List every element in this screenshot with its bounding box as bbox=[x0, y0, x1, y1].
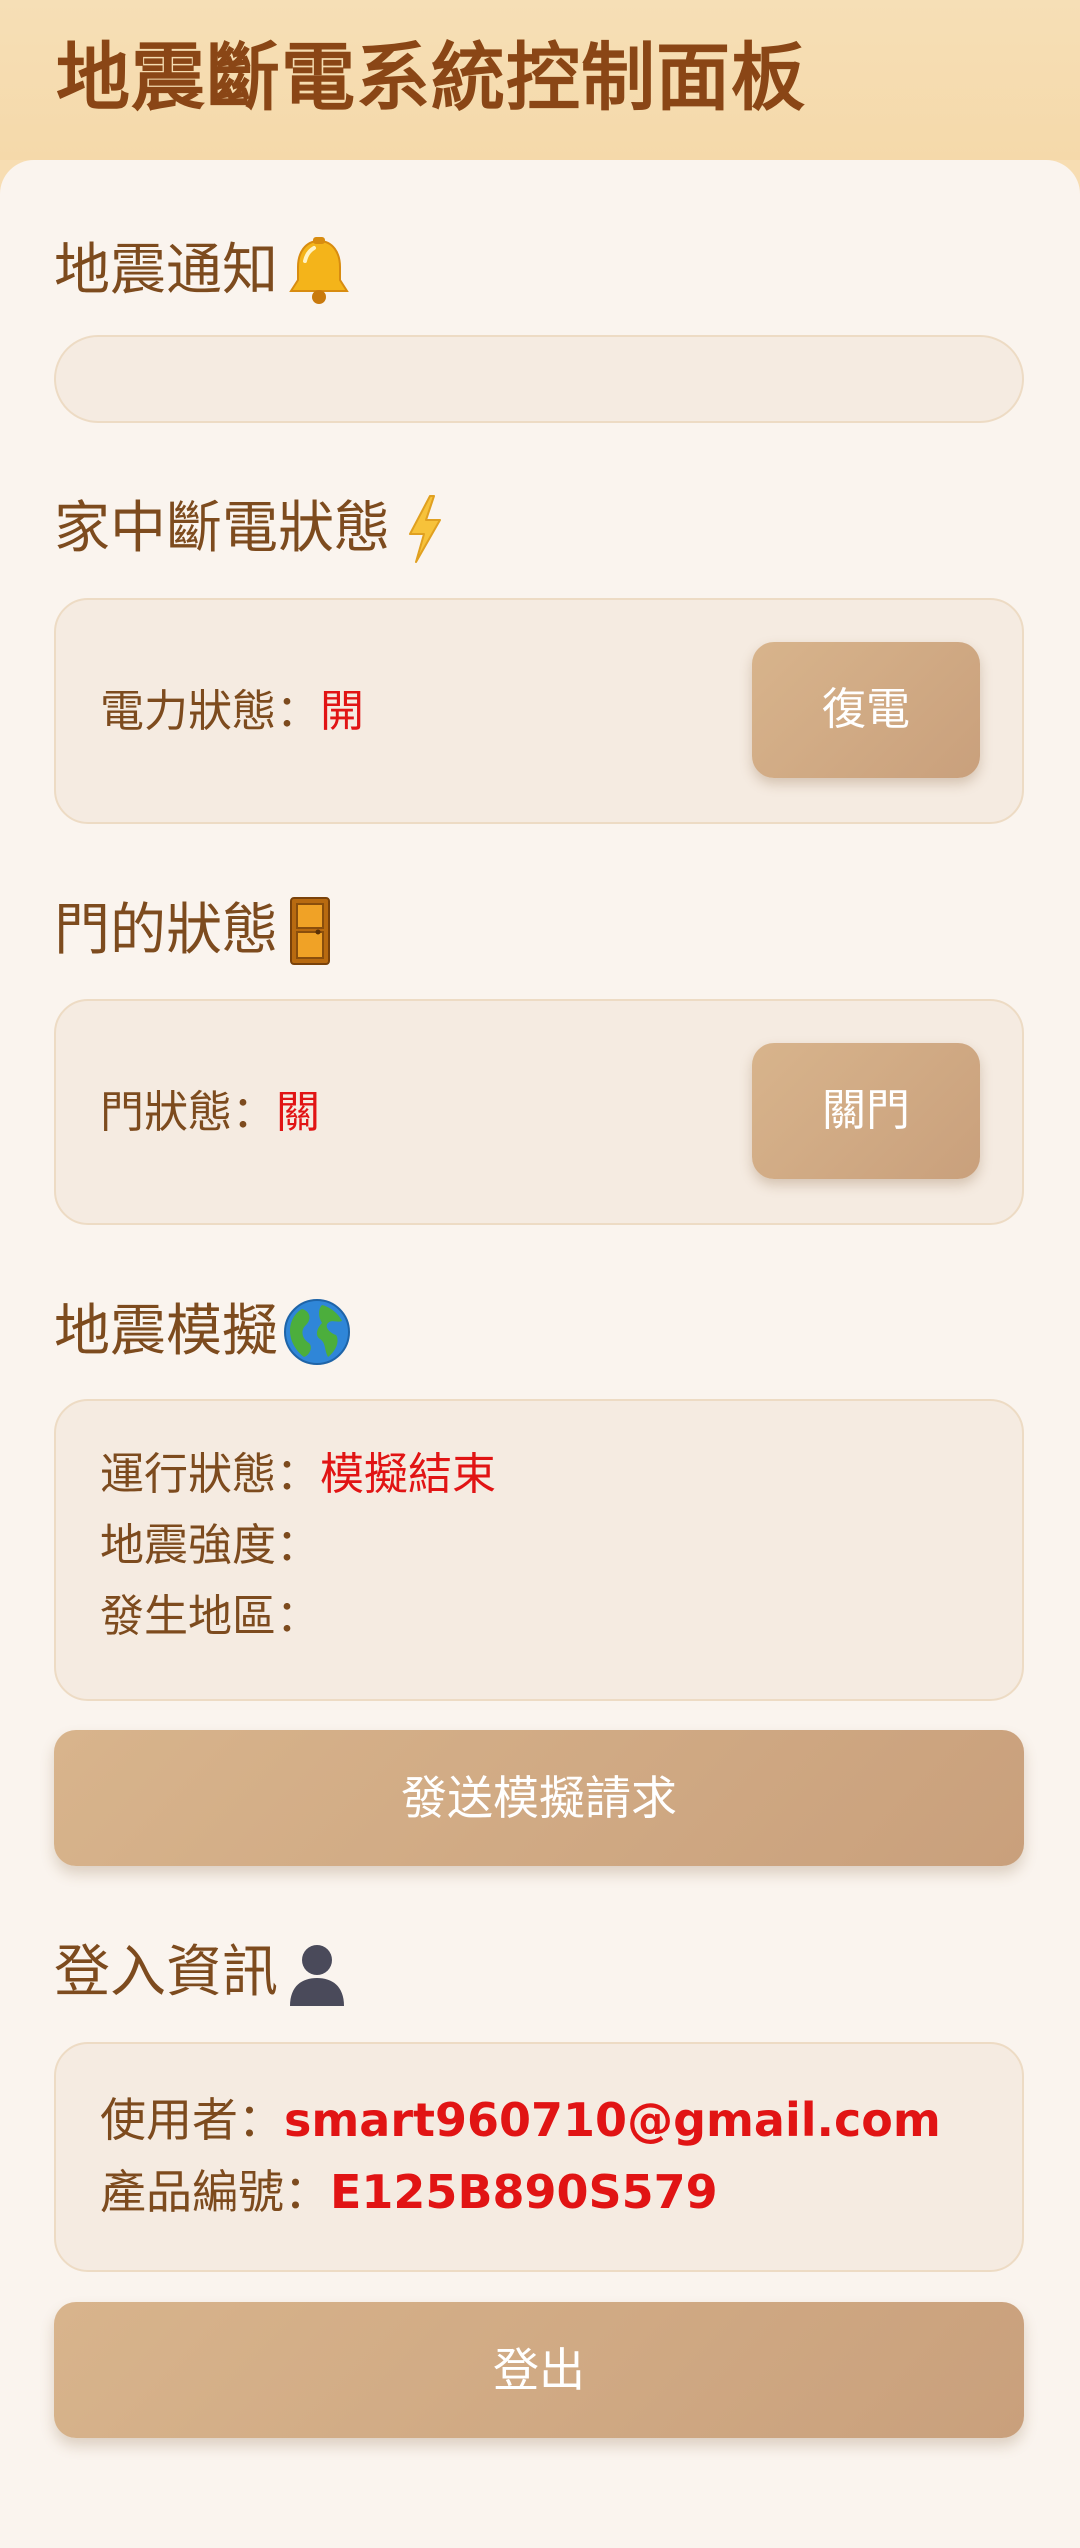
power-status-card: 電力狀態：開 復電 bbox=[54, 598, 1024, 824]
login-title: 登入資訊 bbox=[54, 1940, 278, 2005]
login-product-label: 產品編號： bbox=[100, 2165, 330, 2219]
user-silhouette-icon bbox=[282, 1938, 352, 2008]
simulation-intensity-label: 地震強度： bbox=[100, 1520, 320, 1571]
door-status-label: 門狀態： bbox=[100, 1087, 276, 1138]
app-title: 地震斷電系統控制面板 bbox=[56, 35, 806, 121]
simulation-run-label: 運行狀態： bbox=[100, 1449, 320, 1500]
notification-title: 地震通知 bbox=[54, 238, 278, 303]
door-icon bbox=[288, 896, 332, 966]
restore-power-button[interactable]: 復電 bbox=[752, 642, 980, 778]
simulation-intensity-text: 地震強度： bbox=[100, 1516, 320, 1576]
power-status-text: 電力狀態：開 bbox=[100, 682, 364, 742]
simulation-title: 地震模擬 bbox=[54, 1299, 278, 1364]
simulation-run-text: 運行狀態：模擬結束 bbox=[100, 1445, 496, 1505]
login-user-value: smart960710@gmail.com bbox=[284, 2093, 941, 2147]
login-user-text: 使用者：smart960710@gmail.com bbox=[100, 2090, 941, 2150]
section-title-door: 門的狀態 bbox=[54, 896, 332, 966]
section-title-power: 家中斷電狀態 bbox=[54, 494, 444, 564]
power-status-label: 電力狀態： bbox=[100, 686, 320, 737]
bell-icon bbox=[282, 234, 356, 308]
door-status-text: 門狀態：關 bbox=[100, 1083, 320, 1143]
section-title-login: 登入資訊 bbox=[54, 1938, 352, 2008]
section-title-notification: 地震通知 bbox=[54, 234, 356, 308]
globe-icon bbox=[282, 1297, 352, 1367]
simulation-status-card: 運行狀態：模擬結束 地震強度： 發生地區： bbox=[54, 1399, 1024, 1701]
door-title: 門的狀態 bbox=[54, 898, 278, 963]
door-status-card: 門狀態：關 關門 bbox=[54, 999, 1024, 1225]
power-title: 家中斷電狀態 bbox=[54, 496, 390, 561]
lightning-icon bbox=[404, 494, 444, 564]
login-user-label: 使用者： bbox=[100, 2093, 284, 2147]
send-simulation-button[interactable]: 發送模擬請求 bbox=[54, 1730, 1024, 1866]
notification-field[interactable] bbox=[54, 335, 1024, 423]
simulation-region-text: 發生地區： bbox=[100, 1587, 320, 1647]
logout-button[interactable]: 登出 bbox=[54, 2302, 1024, 2438]
simulation-region-label: 發生地區： bbox=[100, 1591, 320, 1642]
app-header: 地震斷電系統控制面板 bbox=[0, 0, 1080, 160]
login-product-text: 產品編號：E125B890S579 bbox=[100, 2162, 718, 2222]
close-door-button[interactable]: 關門 bbox=[752, 1043, 980, 1179]
power-status-value: 開 bbox=[320, 686, 364, 737]
section-title-simulation: 地震模擬 bbox=[54, 1297, 352, 1367]
simulation-run-value: 模擬結束 bbox=[320, 1449, 496, 1500]
login-product-value: E125B890S579 bbox=[330, 2165, 718, 2219]
door-status-value: 關 bbox=[276, 1087, 320, 1138]
login-info-card: 使用者：smart960710@gmail.com 產品編號：E125B890S… bbox=[54, 2042, 1024, 2272]
